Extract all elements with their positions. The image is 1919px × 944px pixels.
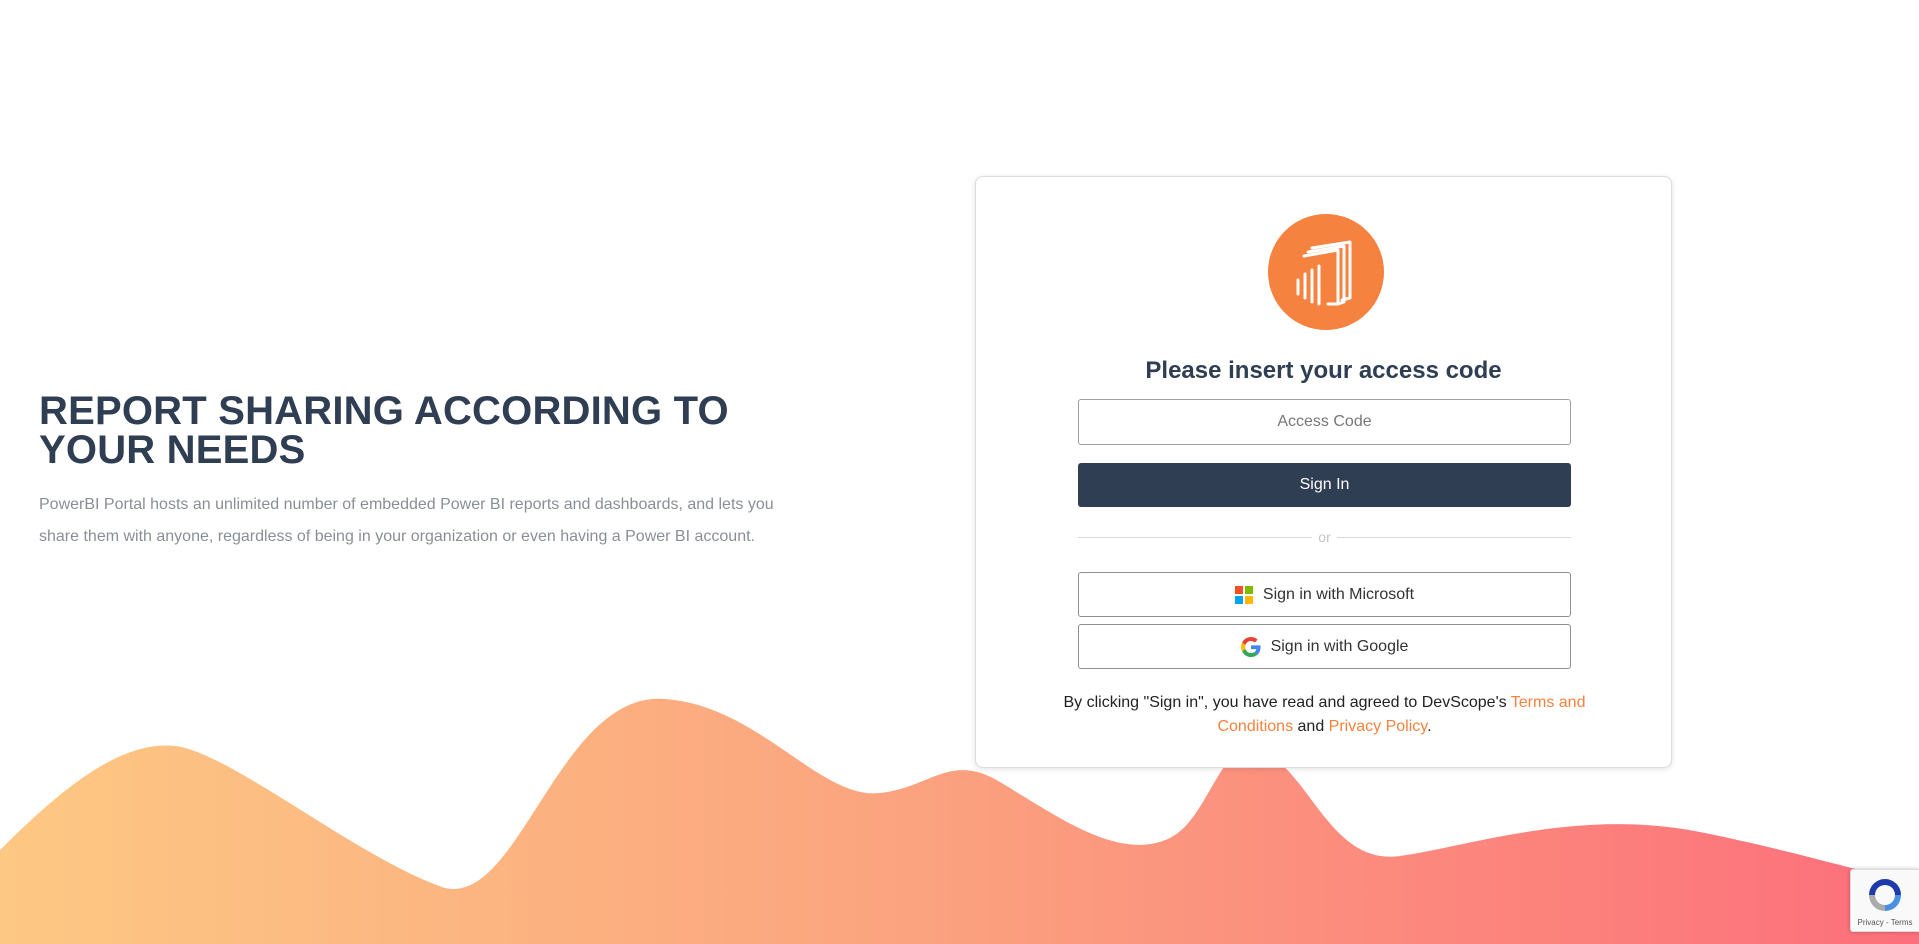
terms-notice: By clicking "Sign in", you have read and… <box>1046 691 1603 739</box>
sign-in-microsoft-button[interactable]: Sign in with Microsoft <box>1078 572 1571 617</box>
power-bi-report-icon <box>1268 214 1384 330</box>
recaptcha-icon <box>1869 879 1901 911</box>
hero-description: PowerBI Portal hosts an unlimited number… <box>39 496 774 545</box>
terms-suffix: . <box>1427 718 1432 735</box>
google-logo-icon <box>1240 636 1261 657</box>
login-page: REPORT SHARING ACCORDING TO YOUR NEEDS P… <box>0 0 1919 944</box>
terms-prefix: By clicking "Sign in", you have read and… <box>1063 694 1511 711</box>
recaptcha-badge[interactable]: Privacy - Terms <box>1850 869 1919 932</box>
or-divider: or <box>1078 529 1572 545</box>
microsoft-button-label: Sign in with Microsoft <box>1262 585 1415 603</box>
access-code-heading: Please insert your access code <box>1145 357 1502 384</box>
sign-in-button[interactable]: Sign In <box>1078 463 1571 507</box>
divider-line-left <box>1078 536 1313 538</box>
access-code-input[interactable] <box>1078 399 1571 445</box>
terms-middle: and <box>1293 718 1329 735</box>
divider-line-right <box>1336 536 1572 538</box>
hero-title: REPORT SHARING ACCORDING TO YOUR NEEDS <box>39 389 729 472</box>
microsoft-logo-icon <box>1234 585 1253 604</box>
sign-in-google-button[interactable]: Sign in with Google <box>1078 624 1571 669</box>
hero-section: REPORT SHARING ACCORDING TO YOUR NEEDS P… <box>39 389 799 553</box>
privacy-policy-link[interactable]: Privacy Policy <box>1329 718 1427 735</box>
recaptcha-links[interactable]: Privacy - Terms <box>1851 918 1919 927</box>
divider-text: or <box>1318 529 1331 545</box>
google-button-label: Sign in with Google <box>1270 637 1409 655</box>
login-card: Please insert your access code Sign In o… <box>975 176 1672 768</box>
